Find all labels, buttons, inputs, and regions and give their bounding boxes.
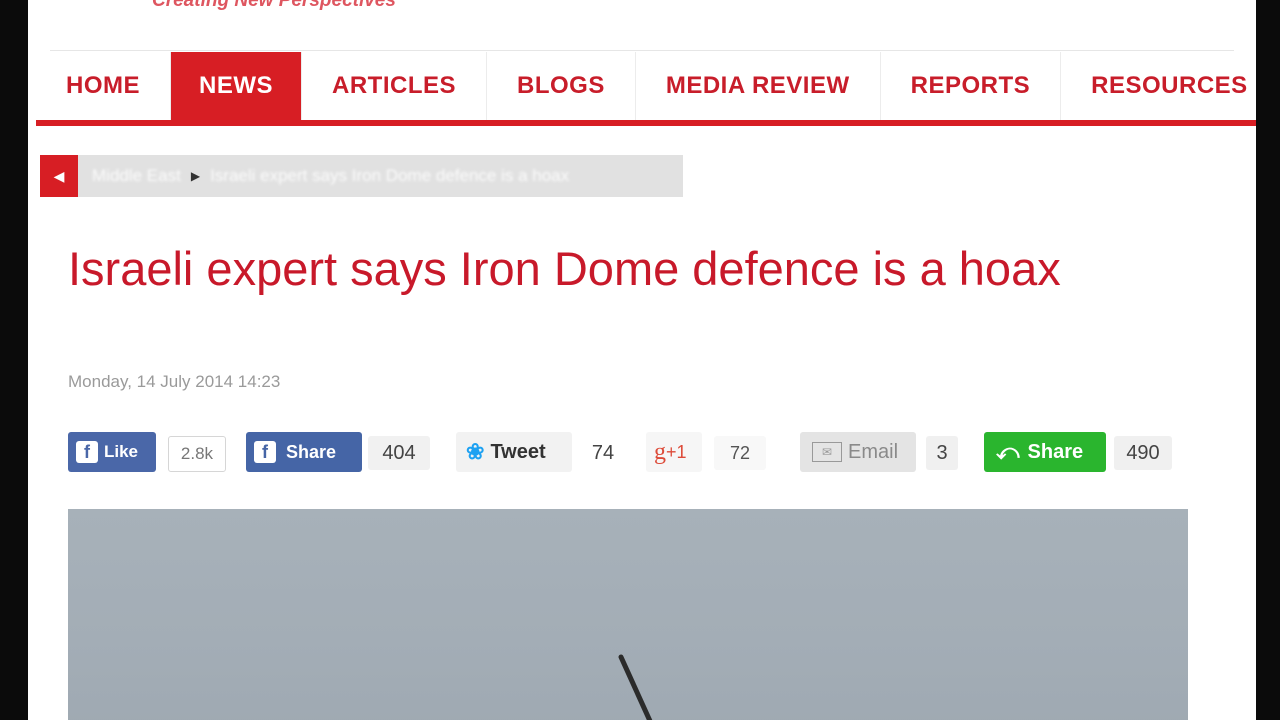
facebook-icon: f <box>254 441 276 463</box>
google-plus-one-label: +1 <box>666 441 687 462</box>
nav-articles[interactable]: ARTICLES <box>302 52 487 120</box>
tweet-button[interactable]: ❀ Tweet <box>456 432 572 472</box>
facebook-like-button[interactable]: f Like <box>68 432 156 472</box>
twitter-bird-icon: ❀ <box>466 439 485 464</box>
nav-resources[interactable]: RESOURCES <box>1061 52 1256 120</box>
facebook-share-button[interactable]: f Share <box>246 432 362 472</box>
email-share-button[interactable]: ✉ Email <box>800 432 916 472</box>
nav-media-review[interactable]: MEDIA REVIEW <box>636 52 881 120</box>
nav-home[interactable]: HOME <box>36 52 171 120</box>
google-g-icon: g <box>654 438 666 465</box>
webpage: Creating New Perspectives HOME NEWS ARTI… <box>28 0 1256 720</box>
article-date: Monday, 14 July 2014 14:23 <box>68 372 281 391</box>
nav-blogs[interactable]: BLOGS <box>487 52 636 120</box>
breadcrumb-current: Israeli expert says Iron Dome defence is… <box>210 166 570 185</box>
share-label: Share <box>1027 440 1084 463</box>
article-hero-image <box>68 509 1188 720</box>
nav-reports[interactable]: REPORTS <box>881 52 1062 120</box>
social-share-bar: f Like 2.8k f Share 404 ❀ Tweet 74 g +1 … <box>68 432 1188 476</box>
breadcrumb-home[interactable]: Middle East <box>92 166 181 186</box>
site-tagline: Creating New Perspectives <box>152 0 396 11</box>
nav-news[interactable]: NEWS <box>171 52 302 120</box>
facebook-share-count: 404 <box>368 436 430 470</box>
tweet-count: 74 <box>591 441 615 464</box>
breadcrumb-separator-icon: ▶ <box>190 169 201 183</box>
email-count: 3 <box>926 436 958 470</box>
facebook-share-label: Share <box>286 441 337 462</box>
facebook-like-count: 2.8k <box>168 436 226 472</box>
tweet-label: Tweet <box>490 440 546 463</box>
email-label: Email <box>848 440 899 463</box>
main-nav: HOME NEWS ARTICLES BLOGS MEDIA REVIEW RE… <box>36 52 1256 120</box>
share-icon: ⤺ <box>996 439 1020 464</box>
envelope-icon: ✉ <box>812 442 842 462</box>
facebook-icon: f <box>76 441 98 463</box>
facebook-like-label: Like <box>104 442 139 461</box>
share-button[interactable]: ⤺ Share <box>984 432 1106 472</box>
google-plus-one-count: 72 <box>714 436 766 470</box>
back-arrow-icon[interactable]: ◀ <box>40 155 78 197</box>
nav-underline <box>36 120 1256 126</box>
article-title: Israeli expert says Iron Dome defence is… <box>68 242 1061 295</box>
missile-trail-icon <box>618 654 653 720</box>
google-plus-one-button[interactable]: g +1 <box>646 432 702 472</box>
share-count: 490 <box>1114 436 1172 470</box>
missile-launch-photo <box>618 654 653 720</box>
header-divider <box>50 50 1234 51</box>
breadcrumb: ◀ Middle East ▶ Israeli expert says Iron… <box>40 155 683 197</box>
